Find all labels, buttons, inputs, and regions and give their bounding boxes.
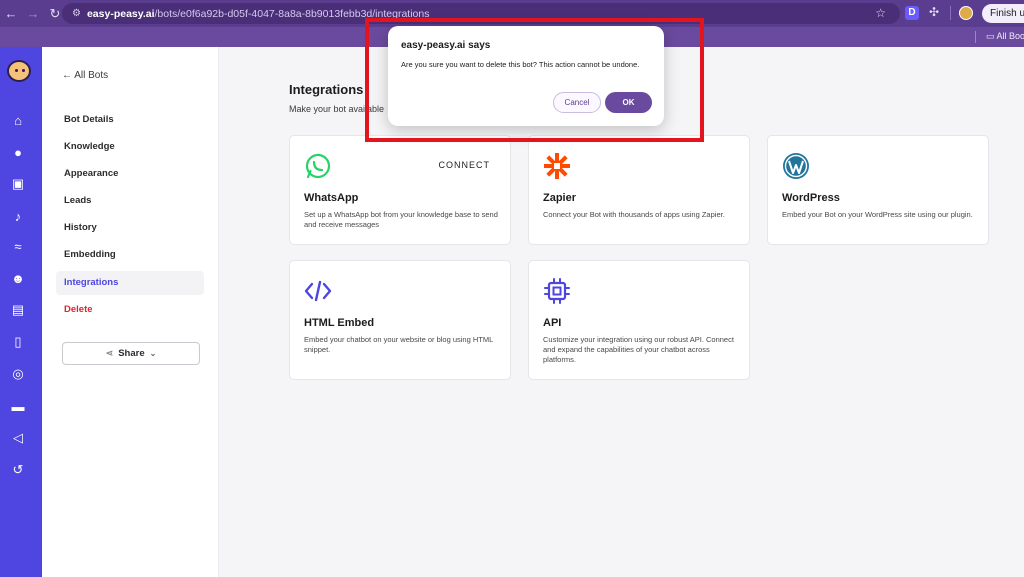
url-host: easy-peasy.ai [86,7,155,20]
sofa-icon[interactable]: ▬ [9,397,27,415]
microphone-icon[interactable]: ♪ [9,207,27,225]
layers-icon[interactable]: ▤ [9,301,27,319]
integration-card-whatsapp[interactable]: CONNECT WhatsApp Set up a WhatsApp bot f… [289,135,511,245]
card-description: Customize your integration using our rob… [543,335,734,364]
page-title: Integrations [289,82,364,97]
card-description: Embed your Bot on your WordPress site us… [782,210,973,219]
highlight-box [365,18,704,142]
all-bookmarks-folder[interactable]: ▭ All Boo [986,31,1024,42]
profile-avatar[interactable] [959,6,973,20]
toolbar-divider [950,6,951,20]
zapier-icon [544,153,570,179]
extensions-puzzle-icon[interactable]: ✣ [929,5,939,19]
nav-item-delete[interactable]: Delete [56,298,204,322]
audio-wave-icon[interactable]: ≈ [9,237,27,255]
history-icon[interactable]: ↺ [9,461,27,479]
chevron-down-icon: ⌄ [149,349,157,358]
folder-icon: ▭ [986,31,997,41]
card-title: WhatsApp [304,192,359,204]
nav-item-leads[interactable]: Leads [56,189,204,213]
bot-settings-nav: ← All Bots Bot Details Knowledge Appeara… [42,47,219,577]
bot-icon[interactable]: ☻ [9,269,27,287]
card-title: HTML Embed [304,317,375,329]
card-description: Set up a WhatsApp bot from your knowledg… [304,210,498,229]
megaphone-icon[interactable]: ◁ [9,429,27,447]
forward-arrow-icon[interactable]: → [22,6,44,21]
document-icon[interactable]: ▯ [9,333,27,351]
back-arrow-icon[interactable]: ← [0,6,22,21]
all-bots-link[interactable]: ← All Bots [62,70,108,81]
wordpress-icon [783,153,809,179]
integration-card-wordpress[interactable]: WordPress Embed your Bot on your WordPre… [767,135,989,245]
bookmarks-divider [975,31,976,43]
extension-d-icon[interactable]: D [905,6,919,20]
card-description: Connect your Bot with thousands of apps … [543,210,725,219]
whatsapp-connect-link[interactable]: CONNECT [439,160,491,170]
finish-update-button[interactable]: Finish upd [982,4,1024,23]
integration-card-html-embed[interactable]: HTML Embed Embed your chatbot on your we… [289,260,511,380]
code-icon [304,280,332,302]
card-description: Embed your chatbot on your website or bl… [304,335,493,354]
chat-icon[interactable]: ● [9,143,27,161]
integration-card-zapier[interactable]: Zapier Connect your Bot with thousands o… [528,135,750,245]
camera-icon[interactable]: ◎ [9,365,27,383]
nav-item-appearance[interactable]: Appearance [56,162,204,186]
whatsapp-icon [305,153,331,179]
chip-icon [544,278,570,304]
integration-card-api[interactable]: API Customize your integration using our… [528,260,750,380]
card-title: WordPress [782,192,840,204]
share-button[interactable]: ⋖ Share ⌄ [62,342,200,365]
site-info-icon[interactable]: ⚙ [72,8,81,19]
share-icon: ⋖ [105,348,114,358]
card-title: API [543,317,562,329]
nav-item-history[interactable]: History [56,216,204,240]
image-icon[interactable]: ▣ [9,175,27,193]
nav-item-integrations[interactable]: Integrations [56,271,204,295]
nav-item-bot-details[interactable]: Bot Details [56,108,204,132]
home-icon[interactable]: ⌂ [9,111,27,129]
card-title: Zapier [543,192,577,204]
app-icon-rail: ⌂ ● ▣ ♪ ≈ ☻ ▤ ▯ ◎ ▬ ◁ ↺ [0,47,42,577]
app-logo[interactable] [7,60,31,82]
nav-item-knowledge[interactable]: Knowledge [56,135,204,159]
share-label: Share [118,348,145,359]
bookmark-star-icon[interactable]: ☆ [875,6,886,20]
all-bookmarks-label: All Boo [996,31,1024,41]
nav-item-embedding[interactable]: Embedding [56,243,204,267]
